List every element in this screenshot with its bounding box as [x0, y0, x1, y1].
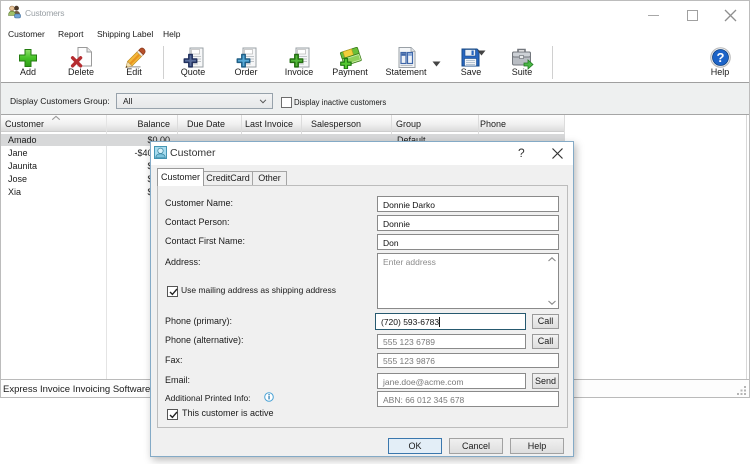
svg-text:?: ? [717, 50, 725, 65]
